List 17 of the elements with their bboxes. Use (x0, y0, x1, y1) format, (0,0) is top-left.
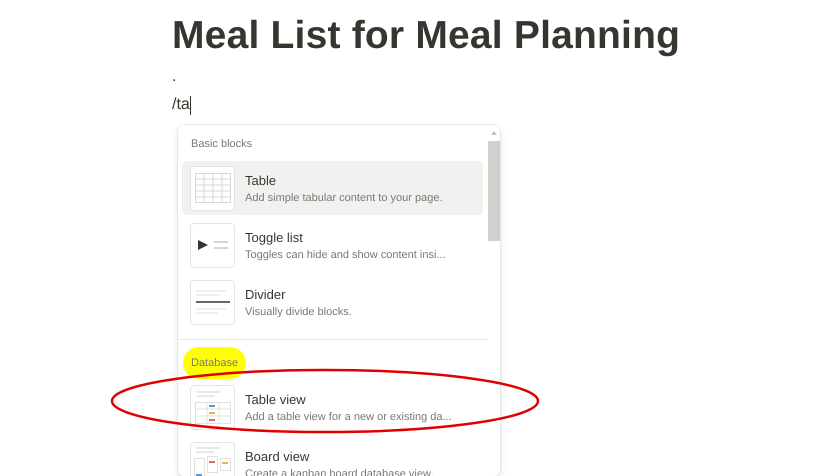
scroll-up-icon[interactable] (490, 131, 496, 135)
text-cursor (190, 96, 191, 114)
menu-item[interactable]: Table Add simple tabular content to your page. (182, 161, 483, 215)
divider-icon (196, 289, 230, 315)
menu-item[interactable]: Toggle list Toggles can hide and show content insi... (182, 218, 483, 272)
table-view-icon (194, 390, 230, 424)
table-icon (194, 173, 230, 203)
paragraph-text: /ta (172, 96, 190, 114)
paragraph-text: . (172, 68, 176, 86)
page-title: Meal List for Meal Planning (172, 14, 682, 58)
section-heading: Basic blocks (191, 137, 252, 152)
toggle-icon (198, 238, 228, 252)
menu-item[interactable]: Table view Add a table view for a new or existing da... (182, 380, 483, 434)
board-view-icon (194, 446, 232, 476)
menu-item[interactable]: Divider Visually divide blocks. (182, 275, 483, 329)
scrollbar-thumb[interactable] (488, 141, 500, 241)
section-heading: Database (191, 355, 238, 371)
